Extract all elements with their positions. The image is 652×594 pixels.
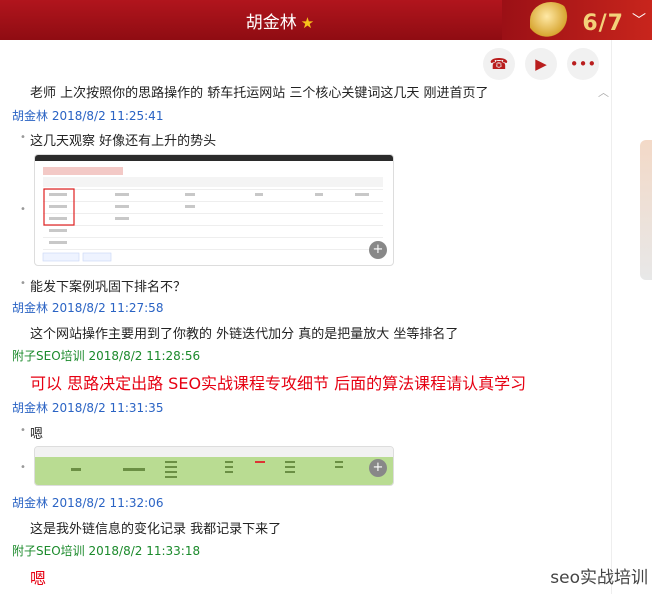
bullet: • [20,462,26,473]
message-time: 2018/8/2 11:32:06 [51,496,164,510]
message-text: 老师 上次按照你的思路操作的 轿车托运网站 三个核心关键词这几天 刚进首页了 [30,86,489,101]
video-icon[interactable]: ▶ [525,48,557,80]
sender-line: 胡金林 2018/8/2 11:31:35 [12,399,163,416]
sender-name: 胡金林 [12,301,49,315]
message-time: 2018/8/2 11:25:41 [51,109,164,123]
sender-line: 胡金林 2018/8/2 11:27:58 [12,299,163,316]
banner: 6/7 ﹀ [502,0,652,40]
sender-line: 附子SEO培训 2018/8/2 11:28:56 [12,347,200,364]
message-text: 嗯 [30,427,44,442]
chat-image-backlink-record[interactable]: + [34,446,394,486]
phone-icon[interactable]: ☎ [483,48,515,80]
title-bar: 胡金林 ★ 6/7 ﹀ [0,0,652,40]
message-text: 这几天观察 好像还有上升的势头 [30,134,217,149]
zoom-icon[interactable]: + [369,241,387,259]
chat-history[interactable]: 老师 上次按照你的思路操作的 轿车托运网站 三个核心关键词这几天 刚进首页了 胡… [0,80,612,594]
sender-name: 胡金林 [12,109,49,123]
scroll-up-icon[interactable]: ︿ [598,84,609,100]
chat-image-keyword-ranking[interactable]: + [34,154,394,266]
more-icon[interactable]: ••• [567,48,599,80]
bullet: • [20,278,26,289]
profile-figure [640,140,652,280]
sender-name: 胡金林 [12,401,49,415]
teacher-message: 嗯 [30,569,47,588]
backlink-table-thumb [35,447,393,485]
message-text: 能发下案例巩固下排名不？ [30,280,187,295]
banner-text: 6/7 [582,11,624,36]
chat-title: 胡金林 ★ [0,8,560,33]
message-time: 2018/8/2 11:31:35 [51,401,164,415]
right-sidebar [611,40,652,594]
message-text: 这是我外链信息的变化记录 我都记录下来了 [30,522,282,537]
message-text: 这个网站操作主要用到了你教的 外链迭代加分 真的是把量放大 坐等排名了 [30,327,459,342]
teacher-message: 可以 思路决定出路 SEO实战课程专攻细节 后面的算法课程请认真学习 [30,374,527,393]
bullet: • [20,425,26,436]
sender-name: 附子SEO培训 [12,544,85,558]
sender-line: 胡金林 2018/8/2 11:25:41 [12,107,163,124]
sender-line: 附子SEO培训 2018/8/2 11:33:18 [12,542,200,559]
chat-actions: ☎ ▶ ••• [483,48,599,80]
bullet: • [20,204,26,215]
message-time: 2018/8/2 11:33:18 [88,544,201,558]
sender-line: 胡金林 2018/8/2 11:32:06 [12,494,163,511]
star-icon: ★ [300,14,315,32]
sender-name: 附子SEO培训 [12,349,85,363]
rooster-icon [530,2,572,38]
sender-name: 胡金林 [12,496,49,510]
watermark: seo实战培训 [550,568,648,588]
bullet: • [20,132,26,143]
ranking-table-thumb [35,155,393,262]
message-time: 2018/8/2 11:28:56 [88,349,201,363]
chevron-down-icon[interactable]: ﹀ [632,10,646,30]
message-time: 2018/8/2 11:27:58 [51,301,164,315]
zoom-icon[interactable]: + [369,459,387,477]
contact-name: 胡金林 [245,13,297,33]
